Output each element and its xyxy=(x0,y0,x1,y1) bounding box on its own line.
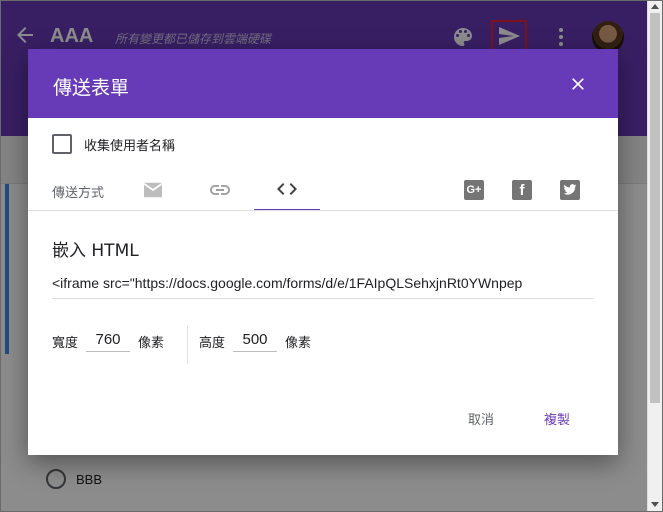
tab-link[interactable] xyxy=(187,169,253,211)
height-label: 高度 xyxy=(199,336,226,351)
link-icon xyxy=(210,185,230,195)
collect-email-checkbox[interactable] xyxy=(52,134,72,154)
collect-email-label: 收集使用者名稱 xyxy=(84,138,176,154)
dialog-title: 傳送表單 xyxy=(53,77,130,99)
close-icon[interactable] xyxy=(568,74,588,94)
facebook-icon[interactable]: f xyxy=(512,180,532,200)
width-input[interactable]: 760 xyxy=(86,331,131,352)
send-form-dialog: 傳送表單 收集使用者名稱 傳送方式 G+ f 嵌入 HTML <iframe s… xyxy=(28,49,618,455)
width-label: 寬度 xyxy=(52,336,79,351)
width-unit: 像素 xyxy=(138,336,165,351)
google-plus-icon[interactable]: G+ xyxy=(464,180,484,200)
tabs-divider xyxy=(28,210,618,211)
height-unit: 像素 xyxy=(285,336,312,351)
scroll-down-arrow[interactable] xyxy=(651,502,659,507)
embed-heading: 嵌入 HTML xyxy=(52,241,139,261)
scroll-up-arrow[interactable] xyxy=(651,4,659,9)
code-icon xyxy=(277,183,297,195)
tab-email[interactable] xyxy=(120,169,186,211)
scroll-thumb[interactable] xyxy=(650,13,660,403)
collect-email-option[interactable]: 收集使用者名稱 xyxy=(52,134,175,154)
tab-embed[interactable] xyxy=(254,169,320,211)
width-setting: 寬度 760 像素 xyxy=(52,331,164,352)
send-via-label: 傳送方式 xyxy=(52,186,105,201)
embed-code-field[interactable]: <iframe src="https://docs.google.com/for… xyxy=(52,275,594,299)
height-setting: 高度 500 像素 xyxy=(199,331,311,352)
dimension-divider xyxy=(187,326,188,364)
twitter-icon[interactable] xyxy=(560,180,580,200)
email-icon xyxy=(143,182,163,198)
vertical-scrollbar[interactable] xyxy=(647,1,662,511)
cancel-button[interactable]: 取消 xyxy=(468,409,494,428)
dialog-header: 傳送表單 xyxy=(28,49,618,118)
height-input[interactable]: 500 xyxy=(233,331,278,352)
copy-button[interactable]: 複製 xyxy=(544,409,570,428)
